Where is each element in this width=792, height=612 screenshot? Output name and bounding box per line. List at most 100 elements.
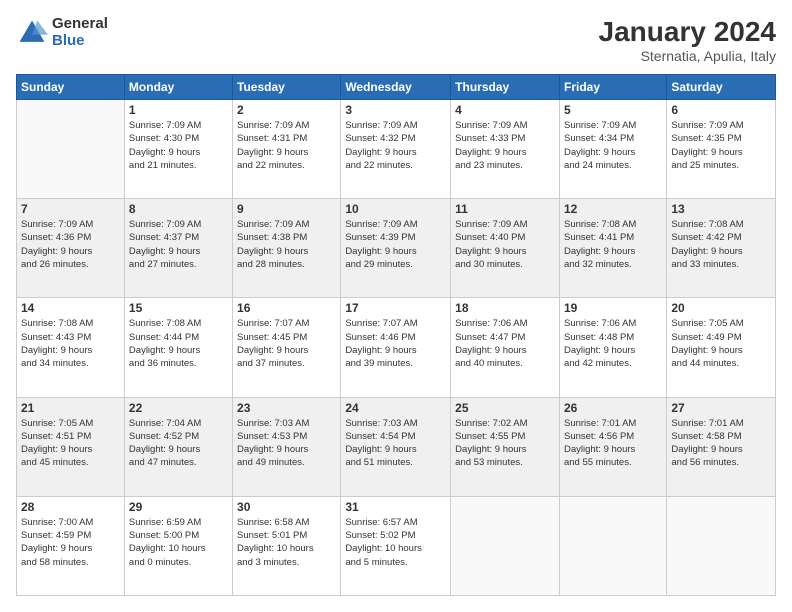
table-row [667, 496, 776, 595]
day-info: Sunrise: 7:09 AMSunset: 4:35 PMDaylight:… [671, 119, 771, 172]
table-row: 2 Sunrise: 7:09 AMSunset: 4:31 PMDaylight… [233, 100, 341, 199]
day-info: Sunrise: 7:08 AMSunset: 4:43 PMDaylight:… [21, 317, 120, 370]
day-number: 17 [345, 301, 446, 315]
table-row: 3 Sunrise: 7:09 AMSunset: 4:32 PMDaylight… [341, 100, 451, 199]
table-row [451, 496, 560, 595]
day-number: 12 [564, 202, 662, 216]
day-number: 27 [671, 401, 771, 415]
calendar-week-row: 28Sunrise: 7:00 AMSunset: 4:59 PMDayligh… [17, 496, 776, 595]
day-number: 7 [21, 202, 120, 216]
day-number: 25 [455, 401, 555, 415]
col-sunday: Sunday [17, 75, 125, 100]
table-row: 23 Sunrise: 7:03 AMSunset: 4:53 PMDayligh… [233, 397, 341, 496]
day-number: 11 [455, 202, 555, 216]
day-info: Sunrise: 7:01 AMSunset: 4:56 PMDaylight:… [564, 417, 662, 470]
table-row: 24 Sunrise: 7:03 AMSunset: 4:54 PMDayligh… [341, 397, 451, 496]
table-row: 11 Sunrise: 7:09 AMSunset: 4:40 PMDayligh… [451, 199, 560, 298]
table-row: 5Sunrise: 7:09 AMSunset: 4:34 PMDaylight… [559, 100, 666, 199]
day-number: 22 [129, 401, 228, 415]
day-number: 18 [455, 301, 555, 315]
calendar-week-row: 21 Sunrise: 7:05 AMSunset: 4:51 PMDayligh… [17, 397, 776, 496]
day-info: Sunrise: 7:06 AMSunset: 4:48 PMDaylight:… [564, 317, 662, 370]
day-info: Sunrise: 7:03 AMSunset: 4:54 PMDaylight:… [345, 417, 446, 470]
logo-general: General [52, 16, 108, 33]
table-row: 19 Sunrise: 7:06 AMSunset: 4:48 PMDayligh… [559, 298, 666, 397]
day-info: Sunrise: 7:07 AMSunset: 4:46 PMDaylight:… [345, 317, 446, 370]
day-number: 4 [455, 103, 555, 117]
day-info: Sunrise: 7:06 AMSunset: 4:47 PMDaylight:… [455, 317, 555, 370]
day-number: 19 [564, 301, 662, 315]
day-info: Sunrise: 7:08 AMSunset: 4:42 PMDaylight:… [671, 218, 771, 271]
table-row: 20 Sunrise: 7:05 AMSunset: 4:49 PMDayligh… [667, 298, 776, 397]
day-info: Sunrise: 7:09 AMSunset: 4:31 PMDaylight:… [237, 119, 336, 172]
day-info: Sunrise: 7:01 AMSunset: 4:58 PMDaylight:… [671, 417, 771, 470]
logo-text: General Blue [52, 16, 108, 49]
day-number: 14 [21, 301, 120, 315]
day-info: Sunrise: 6:58 AMSunset: 5:01 PMDaylight:… [237, 516, 336, 569]
table-row: 15Sunrise: 7:08 AMSunset: 4:44 PMDayligh… [124, 298, 232, 397]
day-info: Sunrise: 7:09 AMSunset: 4:36 PMDaylight:… [21, 218, 120, 271]
col-tuesday: Tuesday [233, 75, 341, 100]
day-number: 28 [21, 500, 120, 514]
table-row: 6 Sunrise: 7:09 AMSunset: 4:35 PMDaylight… [667, 100, 776, 199]
day-info: Sunrise: 7:09 AMSunset: 4:32 PMDaylight:… [345, 119, 446, 172]
table-row: 12 Sunrise: 7:08 AMSunset: 4:41 PMDayligh… [559, 199, 666, 298]
day-number: 6 [671, 103, 771, 117]
day-info: Sunrise: 7:07 AMSunset: 4:45 PMDaylight:… [237, 317, 336, 370]
table-row: 4 Sunrise: 7:09 AMSunset: 4:33 PMDaylight… [451, 100, 560, 199]
day-number: 13 [671, 202, 771, 216]
table-row [559, 496, 666, 595]
day-number: 21 [21, 401, 120, 415]
day-number: 10 [345, 202, 446, 216]
table-row: 8Sunrise: 7:09 AMSunset: 4:37 PMDaylight… [124, 199, 232, 298]
table-row: 14 Sunrise: 7:08 AMSunset: 4:43 PMDayligh… [17, 298, 125, 397]
table-row: 10 Sunrise: 7:09 AMSunset: 4:39 PMDayligh… [341, 199, 451, 298]
day-number: 3 [345, 103, 446, 117]
table-row: 31 Sunrise: 6:57 AMSunset: 5:02 PMDayligh… [341, 496, 451, 595]
day-info: Sunrise: 7:03 AMSunset: 4:53 PMDaylight:… [237, 417, 336, 470]
table-row: 17 Sunrise: 7:07 AMSunset: 4:46 PMDayligh… [341, 298, 451, 397]
day-number: 2 [237, 103, 336, 117]
table-row [17, 100, 125, 199]
calendar-week-row: 1Sunrise: 7:09 AMSunset: 4:30 PMDaylight… [17, 100, 776, 199]
location: Sternatia, Apulia, Italy [599, 48, 776, 64]
calendar-week-row: 7 Sunrise: 7:09 AMSunset: 4:36 PMDaylight… [17, 199, 776, 298]
table-row: 18 Sunrise: 7:06 AMSunset: 4:47 PMDayligh… [451, 298, 560, 397]
table-row: 13 Sunrise: 7:08 AMSunset: 4:42 PMDayligh… [667, 199, 776, 298]
table-row: 25Sunrise: 7:02 AMSunset: 4:55 PMDayligh… [451, 397, 560, 496]
table-row: 22 Sunrise: 7:04 AMSunset: 4:52 PMDayligh… [124, 397, 232, 496]
month-title: January 2024 [599, 16, 776, 48]
col-monday: Monday [124, 75, 232, 100]
day-number: 31 [345, 500, 446, 514]
day-number: 20 [671, 301, 771, 315]
header: General Blue January 2024 Sternatia, Apu… [16, 16, 776, 64]
table-row: 28Sunrise: 7:00 AMSunset: 4:59 PMDayligh… [17, 496, 125, 595]
table-row: 1Sunrise: 7:09 AMSunset: 4:30 PMDaylight… [124, 100, 232, 199]
day-info: Sunrise: 6:59 AMSunset: 5:00 PMDaylight:… [129, 516, 228, 569]
table-row: 30 Sunrise: 6:58 AMSunset: 5:01 PMDayligh… [233, 496, 341, 595]
title-block: January 2024 Sternatia, Apulia, Italy [599, 16, 776, 64]
table-row: 7 Sunrise: 7:09 AMSunset: 4:36 PMDaylight… [17, 199, 125, 298]
day-number: 23 [237, 401, 336, 415]
day-number: 30 [237, 500, 336, 514]
day-info: Sunrise: 7:04 AMSunset: 4:52 PMDaylight:… [129, 417, 228, 470]
day-number: 16 [237, 301, 336, 315]
day-info: Sunrise: 7:05 AMSunset: 4:51 PMDaylight:… [21, 417, 120, 470]
col-saturday: Saturday [667, 75, 776, 100]
day-info: Sunrise: 7:08 AMSunset: 4:44 PMDaylight:… [129, 317, 228, 370]
col-wednesday: Wednesday [341, 75, 451, 100]
day-info: Sunrise: 7:09 AMSunset: 4:30 PMDaylight:… [129, 119, 228, 172]
day-info: Sunrise: 7:08 AMSunset: 4:41 PMDaylight:… [564, 218, 662, 271]
day-info: Sunrise: 7:09 AMSunset: 4:34 PMDaylight:… [564, 119, 662, 172]
day-info: Sunrise: 7:05 AMSunset: 4:49 PMDaylight:… [671, 317, 771, 370]
day-info: Sunrise: 7:09 AMSunset: 4:40 PMDaylight:… [455, 218, 555, 271]
day-number: 24 [345, 401, 446, 415]
logo-blue: Blue [52, 33, 108, 50]
day-info: Sunrise: 7:09 AMSunset: 4:33 PMDaylight:… [455, 119, 555, 172]
calendar-table: Sunday Monday Tuesday Wednesday Thursday… [16, 74, 776, 596]
day-info: Sunrise: 7:09 AMSunset: 4:38 PMDaylight:… [237, 218, 336, 271]
day-info: Sunrise: 7:09 AMSunset: 4:39 PMDaylight:… [345, 218, 446, 271]
table-row: 27 Sunrise: 7:01 AMSunset: 4:58 PMDayligh… [667, 397, 776, 496]
day-number: 26 [564, 401, 662, 415]
day-info: Sunrise: 6:57 AMSunset: 5:02 PMDaylight:… [345, 516, 446, 569]
